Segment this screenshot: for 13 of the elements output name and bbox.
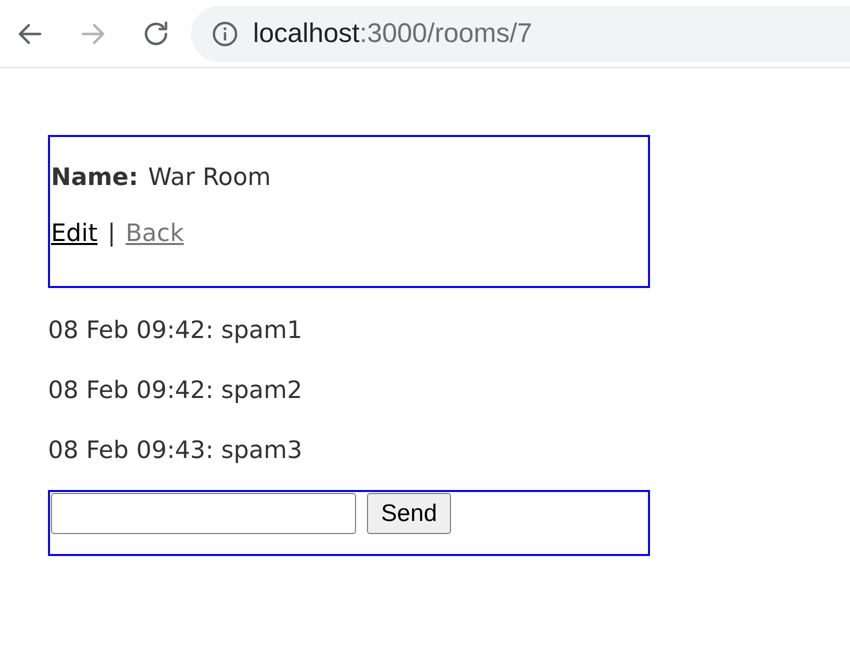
chat-message: 08 Feb 09:42: spam1 bbox=[48, 318, 304, 342]
nav-link[interactable]: Edit bbox=[51, 219, 98, 247]
send-button[interactable]: Send bbox=[367, 493, 452, 534]
url-text: localhost:3000/rooms/7 bbox=[253, 18, 532, 49]
chat-message: 08 Feb 09:42: spam2 bbox=[48, 378, 304, 402]
link-separator: | bbox=[107, 219, 116, 247]
name-label: Name: bbox=[51, 163, 138, 191]
chat-message: 08 Feb 09:43: spam3 bbox=[48, 438, 304, 462]
info-icon bbox=[211, 20, 239, 48]
address-bar[interactable]: localhost:3000/rooms/7 bbox=[191, 6, 850, 62]
message-input[interactable] bbox=[51, 493, 356, 534]
nav-link[interactable]: Back bbox=[126, 219, 184, 247]
room-name: War Room bbox=[148, 163, 271, 191]
